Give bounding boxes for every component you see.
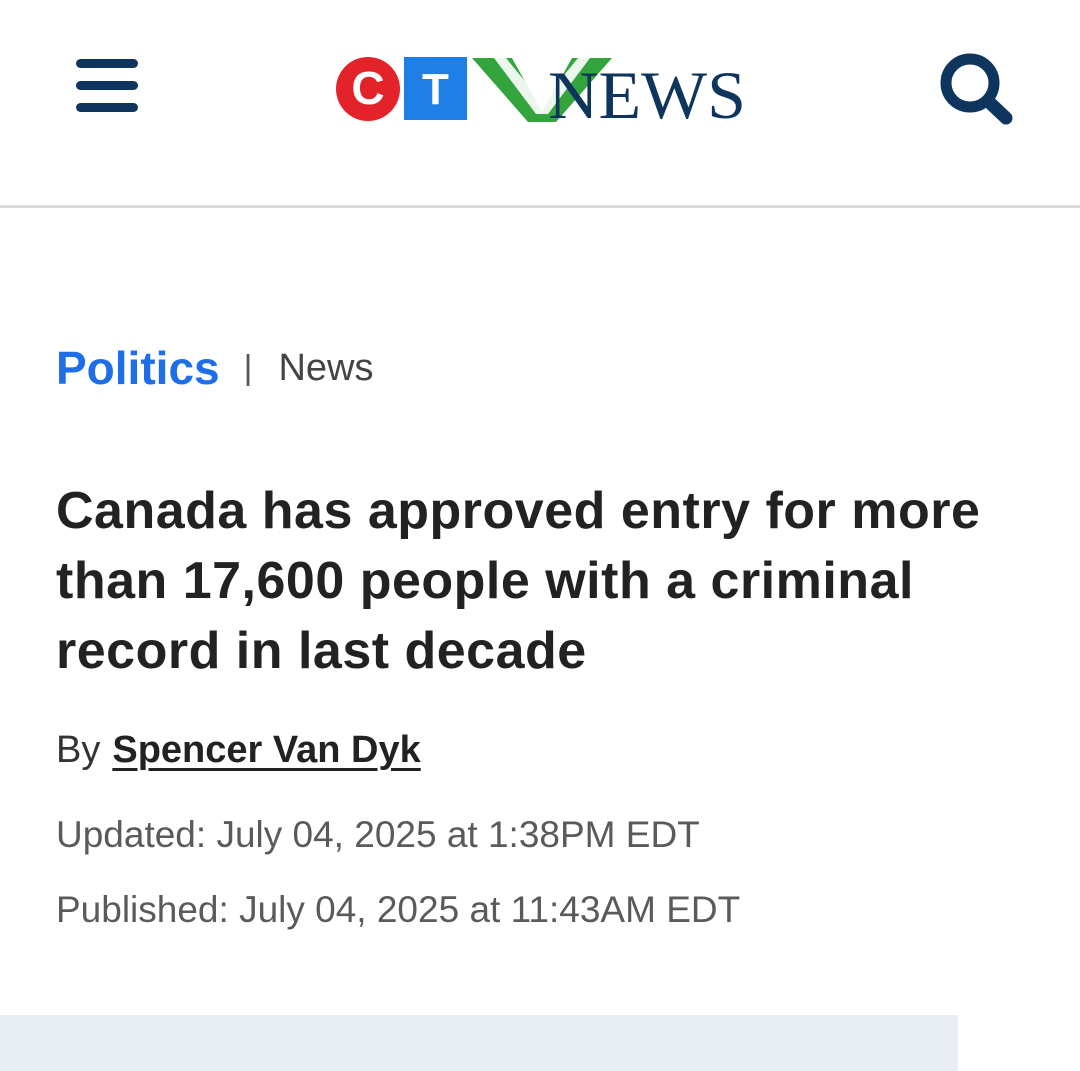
hamburger-menu-icon[interactable]: [72, 54, 144, 120]
byline: By Spencer Van Dyk: [56, 724, 421, 776]
breadcrumb-separator: |: [243, 348, 253, 387]
category-link[interactable]: Politics: [56, 341, 220, 395]
published-timestamp: Published: July 04, 2025 at 11:43AM EDT: [56, 889, 741, 930]
ctv-news-logo[interactable]: C T NEWS: [336, 54, 750, 126]
updated-timestamp: Updated: July 04, 2025 at 1:38PM EDT: [56, 814, 700, 855]
site-header: C T NEWS: [0, 0, 1080, 208]
article-headline: Canada has approved entry for more than …: [56, 482, 981, 680]
byline-prefix: By: [56, 729, 101, 771]
media-placeholder: [0, 1015, 958, 1071]
breadcrumb: Politics | News: [56, 338, 373, 398]
ctv-news-logo-graphic: C T NEWS: [336, 57, 746, 126]
logo-t-letter: T: [422, 65, 449, 114]
logo-wordmark: NEWS: [548, 57, 746, 126]
menu-bar: [76, 59, 138, 68]
search-icon[interactable]: [936, 50, 1018, 128]
section-link[interactable]: News: [278, 347, 373, 390]
menu-bar: [76, 103, 138, 112]
logo-c-letter: C: [351, 62, 384, 114]
search-icon-graphic: [940, 53, 1013, 125]
author-link[interactable]: Spencer Van Dyk: [112, 729, 420, 771]
menu-bar: [76, 81, 138, 90]
